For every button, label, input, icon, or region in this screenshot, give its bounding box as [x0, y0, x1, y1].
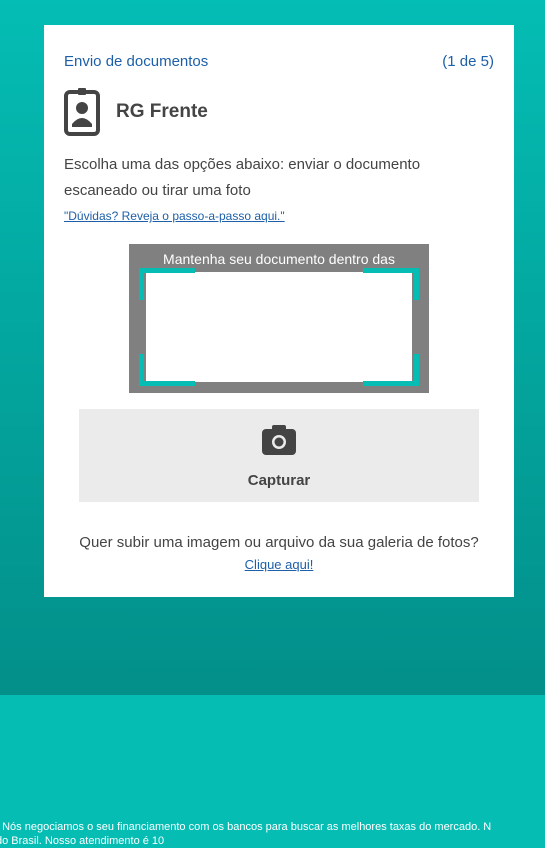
capture-button[interactable]: Capturar	[79, 409, 479, 502]
gallery-link-row: Clique aqui!	[44, 557, 514, 572]
frame-corner-top-left	[139, 268, 195, 300]
camera-preview: Mantenha seu documento dentro das	[129, 244, 429, 393]
footer-disclaimer: . Nós negociamos o seu financiamento com…	[0, 821, 492, 833]
footer-disclaimer-line2: do Brasil. Nosso atendimento é 10	[0, 835, 165, 847]
instructions-text: Escolha uma das opções abaixo: enviar o …	[64, 156, 421, 199]
camera-frame-hint: Mantenha seu documento dentro das	[163, 251, 395, 267]
gallery-question: Quer subir uma imagem ou arquivo da sua …	[79, 534, 479, 551]
step-counter: (1 de 5)	[442, 53, 494, 70]
page-footer-background	[0, 695, 545, 841]
frame-corner-bottom-right	[363, 354, 419, 386]
id-badge-icon	[64, 88, 100, 136]
capture-label: Capturar	[247, 472, 311, 489]
document-type-row: RG Frente	[64, 88, 208, 136]
document-title: RG Frente	[116, 101, 208, 122]
frame-corner-top-right	[363, 268, 419, 300]
help-link[interactable]: "Dúvidas? Reveja o passo-a-passo aqui."	[64, 209, 285, 223]
card-header: Envio de documentos (1 de 5)	[64, 53, 494, 70]
document-upload-card: Envio de documentos (1 de 5) RG Frente E…	[44, 25, 514, 597]
frame-corner-bottom-left	[139, 354, 195, 386]
page-title: Envio de documentos	[64, 53, 209, 70]
gallery-upload-link[interactable]: Clique aqui!	[245, 557, 314, 572]
camera-icon	[262, 425, 296, 455]
